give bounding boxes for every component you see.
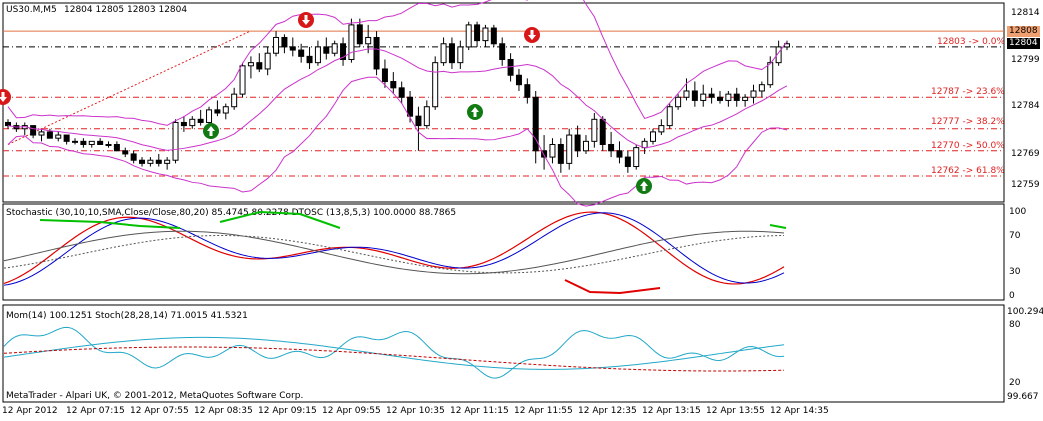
candle-body (55, 134, 62, 139)
candle-body (616, 150, 623, 158)
candle-body (239, 65, 246, 95)
candle-body (206, 109, 213, 123)
candle-body (306, 55, 313, 64)
candle-body (381, 68, 388, 83)
stoch2-main-line (3, 336, 785, 370)
candle-body (448, 43, 455, 64)
candle-body (80, 140, 87, 145)
bollinger-middle (7, 48, 788, 151)
candle-body (231, 93, 238, 108)
candle-body (298, 49, 305, 57)
candle-body (700, 93, 707, 101)
candle-body (683, 90, 690, 98)
candle-body (415, 115, 422, 127)
candle-body (281, 36, 288, 48)
candle-body (273, 36, 280, 54)
candle-body (440, 43, 447, 64)
candle-body (365, 36, 372, 45)
candle-body (214, 109, 221, 114)
candle-body (139, 159, 146, 164)
candle-body (30, 125, 37, 136)
candle-body (147, 159, 154, 164)
candle-body (624, 156, 631, 168)
candle-body (708, 93, 715, 98)
candle-body (750, 90, 757, 98)
candle-body (407, 96, 414, 117)
stochastic-overbought-segment (769, 224, 787, 229)
candle-body (716, 96, 723, 101)
candle-body (499, 43, 506, 61)
candle-body (390, 81, 397, 89)
candle-body (599, 118, 606, 145)
candle-body (591, 118, 598, 142)
stochastic-main-line (3, 211, 785, 285)
candle-body (155, 159, 162, 164)
chart-canvas (0, 0, 1005, 403)
candle-body (264, 52, 271, 70)
candle-body (5, 121, 11, 127)
candle-body (733, 93, 740, 101)
candle-body (482, 27, 489, 42)
candle-body (457, 46, 464, 64)
momentum-line (3, 326, 785, 379)
candle-body (566, 134, 573, 164)
candle-body (398, 87, 405, 98)
stoch2-signal-line (3, 346, 785, 372)
candle-body (633, 147, 640, 168)
candle-body (465, 24, 472, 48)
candle-body (348, 24, 355, 61)
candle-body (666, 106, 673, 127)
candle-body (582, 140, 589, 152)
indicator2-border (2, 304, 1005, 403)
candle-body (432, 62, 439, 108)
candle-body (691, 90, 698, 101)
candle-body (423, 106, 430, 127)
candle-body (331, 43, 338, 54)
candle-body (549, 143, 556, 158)
candle-body (164, 159, 171, 164)
candle-body (72, 140, 79, 143)
candle-body (97, 140, 104, 145)
stochastic-overbought-segment (219, 210, 341, 229)
candle-body (314, 46, 321, 64)
candle-body (725, 93, 732, 101)
candle-body (490, 27, 497, 45)
candle-body (356, 24, 363, 45)
candle-body (63, 134, 70, 142)
indicator1-border (2, 203, 1005, 301)
candle-body (122, 150, 129, 155)
candle-body (675, 96, 682, 108)
candle-body (557, 143, 564, 164)
candle-body (758, 84, 765, 92)
candle-body (189, 118, 196, 127)
candle-body (658, 125, 665, 133)
candle-body (767, 62, 774, 86)
candle-body (172, 121, 179, 161)
candle-body (105, 143, 112, 146)
candle-body (88, 140, 95, 145)
candle-body (742, 96, 749, 101)
candle-body (649, 131, 656, 142)
candle-body (474, 24, 481, 42)
candle-body (515, 74, 522, 86)
candle-body (180, 121, 187, 127)
candle-body (38, 131, 45, 136)
candle-body (256, 62, 263, 70)
candle-body (524, 84, 531, 98)
candle-body (222, 106, 229, 114)
candle-body (323, 46, 330, 54)
candle-body (130, 153, 137, 161)
candle-body (574, 134, 581, 152)
candle-body (373, 36, 380, 70)
stochastic-oversold-segment (564, 279, 661, 295)
candle-body (46, 131, 53, 139)
candle-body (289, 46, 296, 51)
candle-body (247, 62, 254, 67)
candle-body (197, 118, 204, 123)
candle-body (113, 143, 120, 152)
candle-body (608, 143, 615, 152)
